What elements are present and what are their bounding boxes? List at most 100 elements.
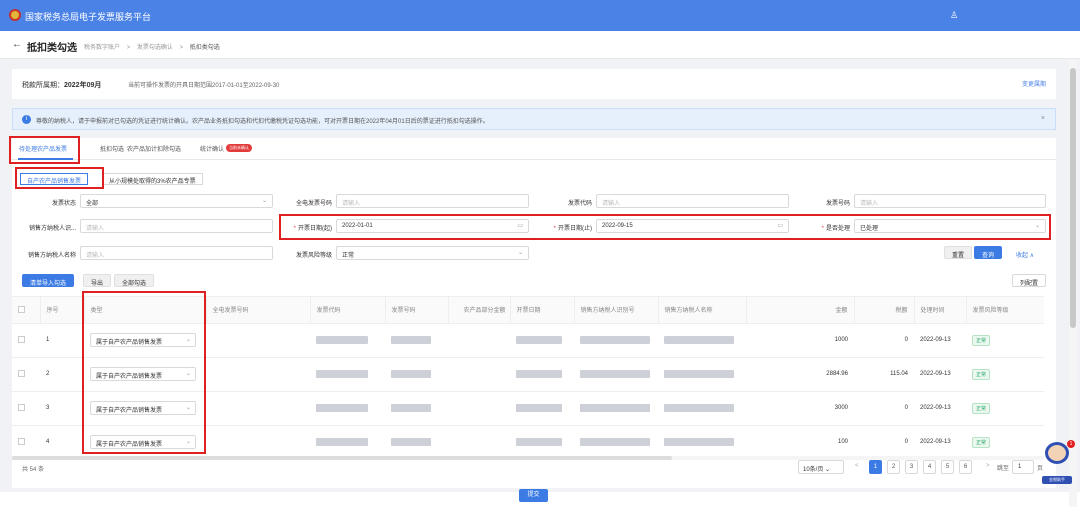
risk-tag: 正常 xyxy=(972,334,991,346)
tab-pending-agri[interactable]: 待处理农产品发票 xyxy=(19,144,67,153)
notification-badge: 1 xyxy=(1067,440,1075,448)
code-input[interactable]: 请输入 xyxy=(596,194,789,208)
notice-banner: i 尊敬的纳税人，请于申报前对已勾选的凭证进行统计确认。农产品业务抵扣勾选和代扣… xyxy=(12,108,1056,130)
page-button[interactable]: 3 xyxy=(905,460,918,474)
back-icon[interactable]: ← xyxy=(12,39,22,50)
time-cell: 2022-09-13 xyxy=(914,323,966,358)
page-button[interactable]: 5 xyxy=(941,460,954,474)
date-start-label: * 开票日期(起) xyxy=(293,226,332,232)
chevron-down-icon: ⌄ xyxy=(261,198,267,204)
page-button[interactable]: 2 xyxy=(887,460,900,474)
period-card: 税款所属期：2022年09月 当前可操作发票的开具日期范围2017-01-01至… xyxy=(12,69,1056,99)
close-icon[interactable]: × xyxy=(1041,115,1045,122)
date-start-picker[interactable]: 2022-01-01 ▭ xyxy=(336,219,529,233)
submit-button[interactable]: 提交 xyxy=(519,489,548,502)
type-select[interactable]: 属于自产农产品销售发票 ⌄ xyxy=(90,401,196,415)
breadcrumb-item[interactable]: 税务数字账户 xyxy=(84,45,120,51)
risk-tag: 正常 xyxy=(972,368,991,380)
time-cell: 2022-09-13 xyxy=(914,357,966,392)
redacted-cell xyxy=(580,370,650,378)
row-index: 2 xyxy=(40,357,84,392)
prev-page-icon[interactable]: < xyxy=(855,463,859,469)
amount-cell: 100 xyxy=(746,425,854,454)
change-period-link[interactable]: 变更属期 xyxy=(1022,79,1046,88)
assistant-icon xyxy=(1045,442,1069,464)
page-button[interactable]: 6 xyxy=(959,460,972,474)
import-select-button[interactable]: 清单导入勾选 xyxy=(22,274,75,287)
col-header: 处理时间 xyxy=(914,297,967,324)
seller-name-input[interactable]: 请输入 xyxy=(80,246,273,260)
tab-deduct-select[interactable]: 抵扣勾选 xyxy=(100,144,124,153)
scrollbar-thumb[interactable] xyxy=(12,456,672,460)
redacted-cell xyxy=(664,438,734,446)
assistant-avatar[interactable]: 1 金税助手 xyxy=(1042,440,1075,486)
invoice-table: 序号 类型 全电发票号码 发票代码 发票号码 农产品部分金额 开票日期 销售方纳… xyxy=(12,296,1044,454)
scrollbar-thumb[interactable] xyxy=(1070,68,1076,328)
type-select[interactable]: 属于自产农产品销售发票 ⌄ xyxy=(90,333,196,347)
status-select[interactable]: 全部 ⌄ xyxy=(80,194,273,208)
tab-agri-extra-deduct[interactable]: 农产品加计扣除勾选 xyxy=(127,144,181,153)
user-icon[interactable]: ♙ xyxy=(950,10,958,21)
collapse-link[interactable]: 收起 ∧ xyxy=(1016,250,1034,259)
row-index: 1 xyxy=(40,323,84,358)
seller-id-input[interactable]: 请输入 xyxy=(80,219,273,233)
col-header: 开票日期 xyxy=(510,297,575,324)
number-label: 发票号码 xyxy=(825,201,850,207)
goto-page-input[interactable]: 1 xyxy=(1012,460,1034,474)
page-button[interactable]: 4 xyxy=(923,460,936,474)
chevron-down-icon: ⌄ xyxy=(1034,223,1040,229)
row-checkbox[interactable] xyxy=(12,323,40,358)
tax-emblem-icon xyxy=(9,9,21,21)
breadcrumb: 税务数字账户 > 发票勾选确认 > 抵扣类勾选 xyxy=(84,42,225,51)
breadcrumb-separator: > xyxy=(126,45,131,51)
period-value: 2022年09月 xyxy=(64,82,102,89)
fullno-input[interactable]: 请输入 xyxy=(336,194,529,208)
amount-cell: 3000 xyxy=(746,391,854,426)
number-input[interactable]: 请输入 xyxy=(854,194,1046,208)
row-checkbox[interactable] xyxy=(12,425,40,454)
processed-select[interactable]: 已处理 ⌄ xyxy=(854,219,1046,233)
time-cell: 2022-09-13 xyxy=(914,425,966,454)
tab-stat-confirm[interactable]: 统计确认 当前未确认 xyxy=(200,144,253,153)
row-checkbox[interactable] xyxy=(12,357,40,392)
date-end-picker[interactable]: 2022-09-15 ▭ xyxy=(596,219,789,233)
code-label: 发票代码 xyxy=(567,201,592,207)
subtab-self-produced[interactable]: 自产农产品销售发票 xyxy=(20,173,89,185)
goto-label: 跳至 xyxy=(997,466,1010,472)
redacted-cell xyxy=(516,336,562,344)
column-config-button[interactable]: 列配置 xyxy=(1012,274,1047,287)
select-all-checkbox[interactable] xyxy=(12,297,41,324)
risk-select[interactable]: 正常 ⌄ xyxy=(336,246,529,260)
assistant-label: 金税助手 xyxy=(1042,476,1072,484)
redacted-cell xyxy=(580,438,650,446)
redacted-cell xyxy=(391,336,431,344)
select-all-button[interactable]: 全部勾选 xyxy=(114,274,155,287)
redacted-cell xyxy=(316,336,368,344)
chevron-down-icon: ⌄ xyxy=(185,337,191,343)
reset-button[interactable]: 重置 xyxy=(944,246,973,259)
tax-cell: 0 xyxy=(854,425,914,454)
main-panel: 待处理农产品发票 抵扣勾选 农产品加计扣除勾选 统计确认 当前未确认 自产农产品销… xyxy=(12,138,1056,488)
period-label: 税款所属期：2022年09月 xyxy=(22,82,102,89)
query-button[interactable]: 查询 xyxy=(974,246,1003,259)
tax-cell: 115.04 xyxy=(854,357,914,392)
row-checkbox[interactable] xyxy=(12,391,40,426)
export-button[interactable]: 导出 xyxy=(83,274,112,287)
fullno-label: 全电发票号码 xyxy=(295,201,332,207)
table-row: 2 属于自产农产品销售发票 ⌄ 2884.96 115.04 2022-09-13… xyxy=(12,357,1044,392)
row-index: 3 xyxy=(40,391,84,426)
page-size-select[interactable]: 10条/页 ⌄ xyxy=(798,460,844,474)
redacted-cell xyxy=(664,370,734,378)
page-button[interactable]: 1 xyxy=(869,460,882,474)
redacted-cell xyxy=(516,370,562,378)
type-select[interactable]: 属于自产农产品销售发票 ⌄ xyxy=(90,435,196,449)
redacted-cell xyxy=(391,438,431,446)
subtab-small-scale[interactable]: 从小规模处取得的3%农产品专票 xyxy=(102,173,203,185)
breadcrumb-item[interactable]: 发票勾选确认 xyxy=(137,45,173,51)
redacted-cell xyxy=(664,404,734,412)
col-header: 农产品部分金额 xyxy=(448,297,511,324)
type-select[interactable]: 属于自产农产品销售发票 ⌄ xyxy=(90,367,196,381)
next-page-icon[interactable]: > xyxy=(986,463,990,469)
status-label: 发票状态 xyxy=(51,201,76,207)
col-header: 全电发票号码 xyxy=(206,297,311,324)
